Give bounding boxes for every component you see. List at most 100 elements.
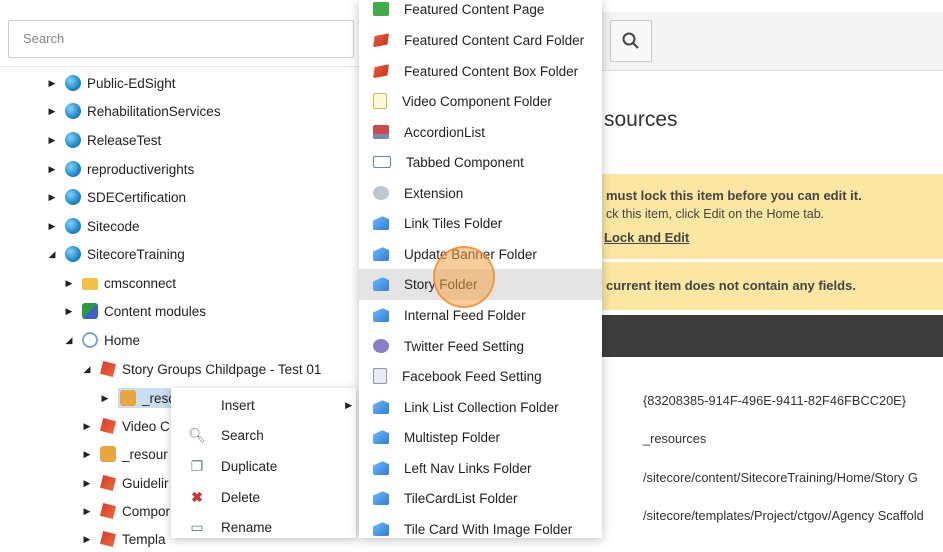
insert-update-banner-folder[interactable]: Update Banner Folder — [359, 239, 602, 270]
folder-icon — [373, 400, 389, 415]
expand-arrow-icon[interactable]: ▶ — [45, 135, 59, 146]
tree-search-input[interactable] — [9, 21, 357, 55]
tree-item-sitecode[interactable]: ▶ Sitecode — [45, 213, 140, 239]
folder-icon — [373, 461, 389, 476]
search-button[interactable] — [610, 20, 652, 62]
menu-item-label: Search — [221, 427, 264, 443]
expand-arrow-icon[interactable]: ▶ — [80, 421, 94, 432]
insert-tabbed-component[interactable]: Tabbed Component — [359, 147, 602, 178]
item-name-value: _resources — [643, 431, 707, 446]
menu-item-label: Delete — [221, 489, 261, 505]
insert-video-component-folder[interactable]: Video Component Folder — [359, 86, 602, 117]
menu-item-search[interactable]: 🔍︎ Search — [171, 420, 356, 450]
insert-tile-card-with-image-folder[interactable]: Tile Card With Image Folder — [359, 514, 602, 545]
submenu-label: Featured Content Box Folder — [404, 63, 579, 79]
menu-item-duplicate[interactable]: ❐ Duplicate — [171, 451, 356, 481]
insert-featured-content-box-folder[interactable]: Featured Content Box Folder — [359, 56, 602, 87]
gear-icon — [373, 339, 389, 354]
resource-box-icon — [120, 390, 136, 406]
submenu-label: Video Component Folder — [402, 93, 552, 109]
delete-icon: ✖ — [191, 488, 203, 505]
story-page-icon — [100, 475, 116, 491]
tree-item-label: SDECertification — [87, 189, 187, 205]
tree-item-templates[interactable]: ▶ Templa — [80, 526, 166, 552]
folder-icon — [373, 247, 389, 262]
insert-submenu: Featured Content Page Featured Content C… — [359, 0, 602, 538]
submenu-label: Featured Content Page — [404, 1, 545, 17]
tree-item-sitecoretraining[interactable]: ◢ SitecoreTraining — [45, 241, 185, 267]
insert-multistep-folder[interactable]: Multistep Folder — [359, 422, 602, 453]
submenu-label: Internal Feed Folder — [404, 307, 526, 323]
submenu-label: Left Nav Links Folder — [404, 460, 532, 476]
tree-item-home[interactable]: ◢ Home — [62, 327, 140, 353]
tree-item-label: Sitecode — [87, 218, 140, 234]
lock-and-edit-link[interactable]: Lock and Edit — [604, 230, 689, 245]
expand-arrow-icon[interactable]: ▶ — [62, 306, 76, 317]
tree-item-components[interactable]: ▶ Compor — [80, 498, 170, 524]
submenu-label: Extension — [404, 185, 464, 201]
expand-arrow-icon[interactable]: ▶ — [45, 106, 59, 117]
tree-item-rehabilitationservices[interactable]: ▶ RehabilitationServices — [45, 98, 221, 124]
story-page-icon — [100, 361, 116, 377]
expand-arrow-icon[interactable]: ▶ — [80, 478, 94, 489]
expand-arrow-icon[interactable]: ▶ — [80, 506, 94, 517]
submenu-label: Twitter Feed Setting — [404, 338, 525, 354]
tree-item-story-groups-childpage[interactable]: ◢ Story Groups Childpage - Test 01 — [80, 356, 321, 382]
menu-item-label: Rename — [221, 519, 273, 535]
expand-arrow-icon[interactable]: ▶ — [45, 164, 59, 175]
tree-item-reproductiverights[interactable]: ▶ reproductiverights — [45, 156, 194, 182]
folder-icon — [373, 216, 389, 231]
tree-item-resources-2[interactable]: ▶ _resour — [80, 441, 168, 467]
tree-search-field[interactable] — [8, 20, 357, 58]
submenu-label: Featured Content Card Folder — [404, 32, 585, 48]
insert-featured-content-page[interactable]: Featured Content Page — [359, 0, 602, 25]
expand-arrow-icon[interactable]: ▶ — [98, 393, 112, 404]
collapse-arrow-icon[interactable]: ◢ — [45, 249, 59, 260]
globe-icon — [65, 161, 81, 177]
tree-item-cmsconnect[interactable]: ▶ cmsconnect — [62, 270, 177, 296]
insert-story-folder[interactable]: Story Folder — [359, 269, 602, 300]
insert-left-nav-links-folder[interactable]: Left Nav Links Folder — [359, 453, 602, 484]
insert-link-list-collection-folder[interactable]: Link List Collection Folder — [359, 392, 602, 423]
tree-item-video[interactable]: ▶ Video C — [80, 413, 170, 439]
collapse-arrow-icon[interactable]: ◢ — [80, 364, 94, 375]
tree-item-public-edsight[interactable]: ▶ Public-EdSight — [45, 70, 176, 96]
lock-warning-title: must lock this item before you can edit … — [606, 188, 862, 203]
insert-internal-feed-folder[interactable]: Internal Feed Folder — [359, 300, 602, 331]
submenu-label: Tabbed Component — [406, 154, 524, 170]
expand-arrow-icon[interactable]: ▶ — [80, 449, 94, 460]
tree-item-sdecertification[interactable]: ▶ SDECertification — [45, 184, 186, 210]
expand-arrow-icon[interactable]: ▶ — [45, 78, 59, 89]
menu-item-delete[interactable]: ✖ Delete — [171, 482, 356, 512]
quick-info-header[interactable] — [602, 315, 943, 357]
item-title: sources — [604, 108, 678, 131]
submenu-label: Link List Collection Folder — [404, 399, 559, 415]
submenu-label: TileCardList Folder — [404, 490, 518, 506]
folder-icon — [373, 277, 389, 292]
insert-extension[interactable]: Extension — [359, 178, 602, 209]
resource-box-icon — [100, 446, 116, 462]
insert-link-tiles-folder[interactable]: Link Tiles Folder — [359, 208, 602, 239]
menu-item-insert[interactable]: Insert ▶ — [171, 390, 356, 420]
expand-arrow-icon[interactable]: ▶ — [45, 221, 59, 232]
tree-item-guidelines[interactable]: ▶ Guidelir — [80, 470, 169, 496]
globe-icon — [65, 189, 81, 205]
insert-facebook-feed-setting[interactable]: Facebook Feed Setting — [359, 361, 602, 392]
tree-item-label: Content modules — [104, 303, 207, 319]
insert-featured-content-card-folder[interactable]: Featured Content Card Folder — [359, 25, 602, 56]
tree-item-label: Video C — [122, 418, 170, 434]
collapse-arrow-icon[interactable]: ◢ — [62, 335, 76, 346]
tree-item-content-modules[interactable]: ▶ Content modules — [62, 298, 206, 324]
search-icon: 🔍︎ — [188, 426, 206, 443]
tree-item-releasetest[interactable]: ▶ ReleaseTest — [45, 127, 161, 153]
tree-item-label: _resour — [122, 446, 168, 462]
folder-icon — [373, 430, 389, 445]
expand-arrow-icon[interactable]: ▶ — [80, 534, 94, 545]
expand-arrow-icon[interactable]: ▶ — [45, 192, 59, 203]
insert-twitter-feed-setting[interactable]: Twitter Feed Setting — [359, 331, 602, 362]
expand-arrow-icon[interactable]: ▶ — [62, 278, 76, 289]
insert-tilecardlist-folder[interactable]: TileCardList Folder — [359, 483, 602, 514]
extension-icon — [373, 186, 389, 201]
submenu-label: Facebook Feed Setting — [402, 368, 542, 384]
insert-accordionlist[interactable]: AccordionList — [359, 117, 602, 148]
